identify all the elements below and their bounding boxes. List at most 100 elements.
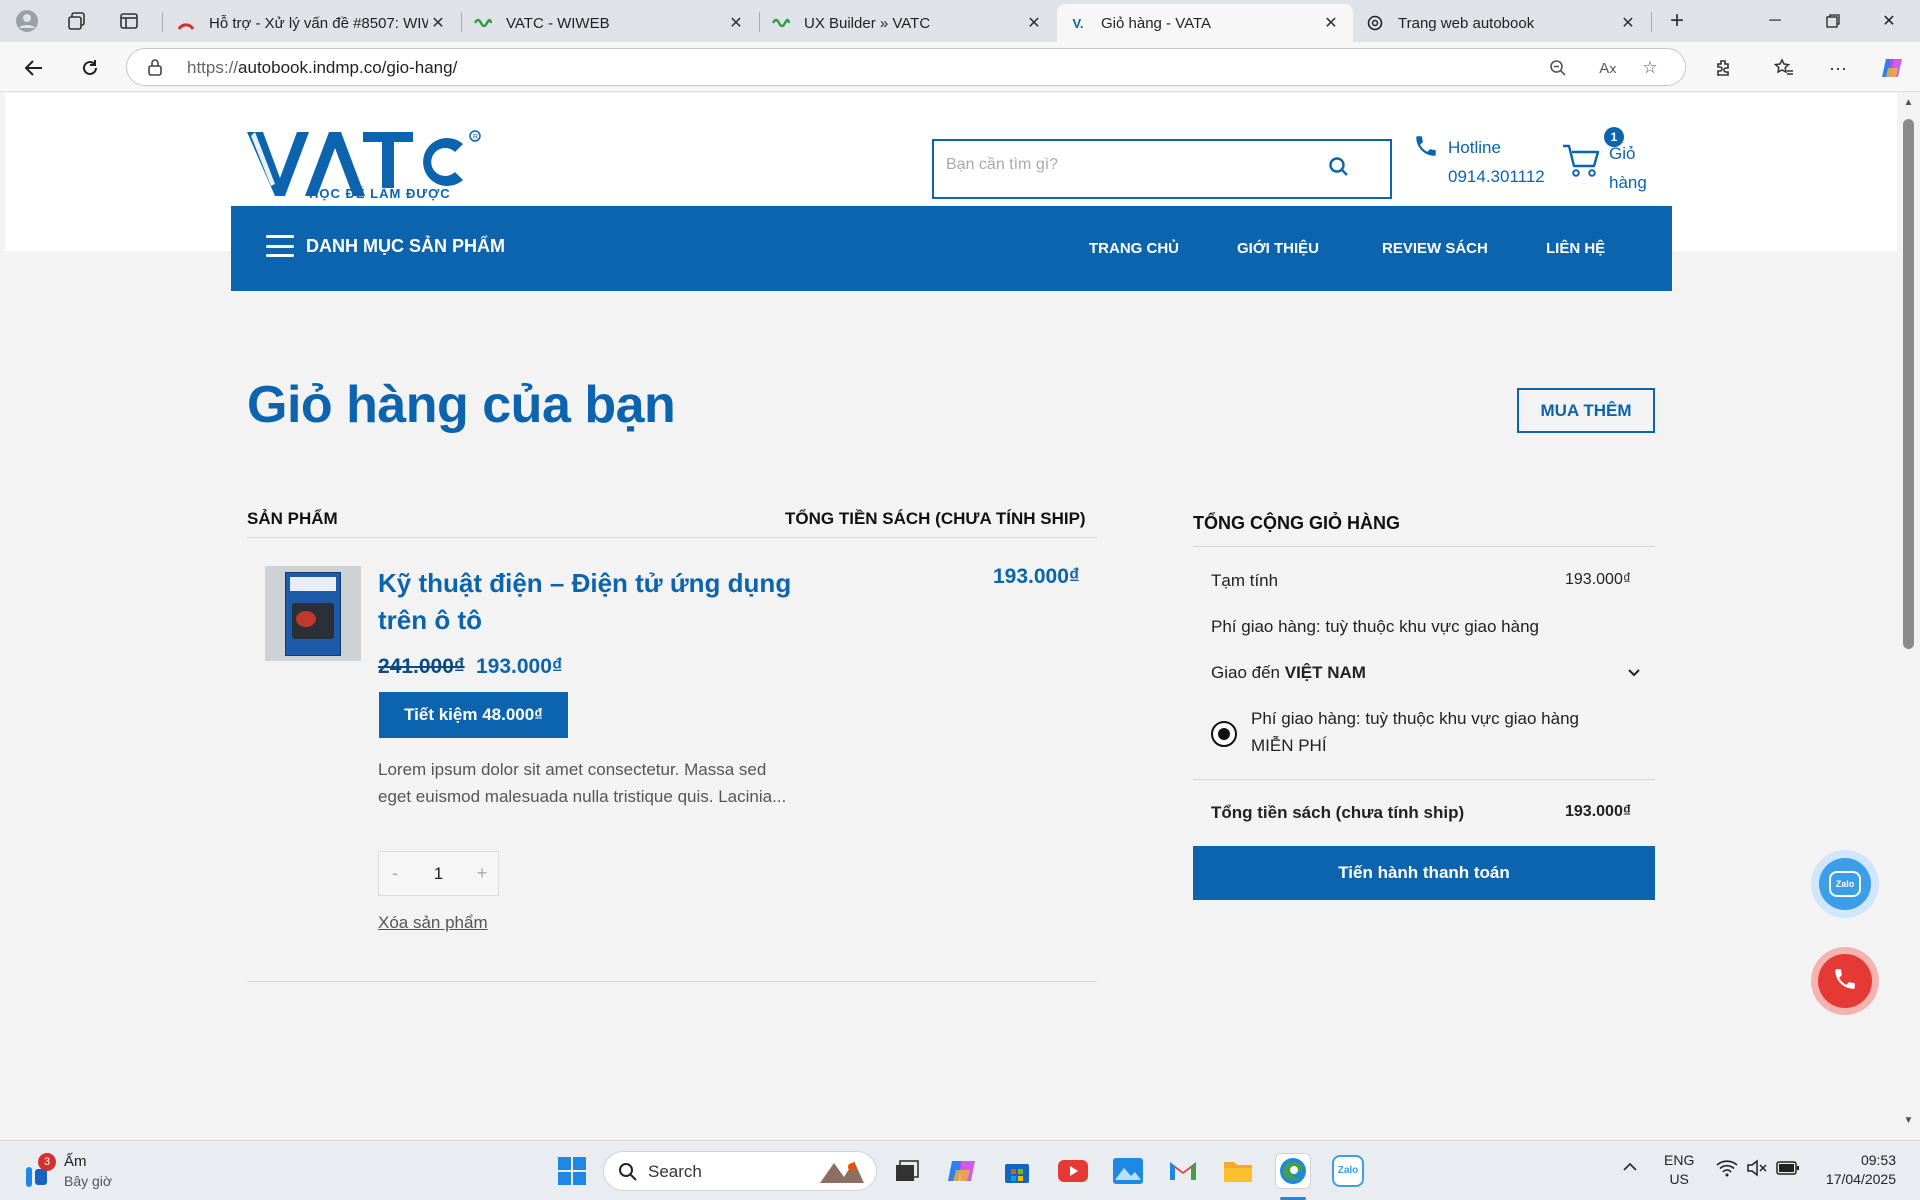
- remove-item-link[interactable]: Xóa sản phẩm: [378, 913, 488, 933]
- close-tab-icon[interactable]: ✕: [726, 13, 746, 33]
- vatc-logo[interactable]: R HỌC ĐỂ LÀM ĐƯỢC: [245, 128, 485, 205]
- favorite-star-icon[interactable]: ☆: [1637, 55, 1663, 81]
- openai-favicon-icon: [1366, 14, 1384, 32]
- subtotal-value: 193.000₫: [1565, 571, 1632, 588]
- product-name-link[interactable]: Kỹ thuật điện – Điện tử ứng dụng trên ô …: [378, 565, 798, 639]
- browser-tab-bar: Hỗ trợ - Xử lý vấn đề #8507: WIW ✕ VATC …: [0, 0, 1920, 42]
- chevron-up-icon[interactable]: [1622, 1159, 1638, 1180]
- zalo-app-icon[interactable]: Zalo: [1330, 1153, 1366, 1189]
- close-tab-icon[interactable]: ✕: [428, 13, 448, 33]
- youtube-icon[interactable]: [1055, 1153, 1091, 1189]
- search-icon[interactable]: [1328, 156, 1350, 183]
- phone-icon: [1832, 966, 1858, 997]
- battery-icon[interactable]: [1776, 1160, 1800, 1181]
- close-tab-icon[interactable]: ✕: [1024, 13, 1044, 33]
- weather-label: Ấm: [64, 1153, 87, 1170]
- quantity-minus-button[interactable]: -: [379, 863, 411, 884]
- close-window-icon[interactable]: ✕: [1866, 6, 1912, 36]
- volume-muted-icon[interactable]: [1746, 1159, 1768, 1182]
- logo-tagline: HỌC ĐỂ LÀM ĐƯỢC: [309, 186, 451, 201]
- scroll-thumb[interactable]: [1903, 119, 1914, 649]
- clock-time: 09:53: [1860, 1152, 1896, 1168]
- divider: [247, 537, 1097, 538]
- windows-taskbar: 3 Ấm Bây giờ Search Zalo ENG US 09:53 17…: [0, 1140, 1920, 1200]
- close-tab-icon[interactable]: ✕: [1321, 13, 1341, 33]
- taskbar-search-label: Search: [648, 1162, 702, 1181]
- tab-cart-active[interactable]: V. Giỏ hàng - VATA ✕: [1057, 4, 1353, 42]
- phone-icon: [1413, 133, 1439, 164]
- quantity-input[interactable]: 1: [411, 864, 466, 884]
- notification-badge: 3: [38, 1153, 56, 1171]
- svg-text:R: R: [473, 134, 478, 141]
- clock[interactable]: 09:53 17/04/2025: [1812, 1151, 1896, 1189]
- photos-icon[interactable]: [1110, 1153, 1146, 1189]
- category-label: DANH MỤC SẢN PHẨM: [306, 235, 505, 256]
- shipping-option-label: Phí giao hàng: tuỳ thuộc khu vực giao hà…: [1251, 709, 1579, 728]
- vertical-tabs-icon[interactable]: [115, 8, 143, 34]
- back-icon[interactable]: [18, 52, 50, 84]
- tab-support[interactable]: Hỗ trợ - Xử lý vấn đề #8507: WIW ✕: [165, 4, 460, 42]
- support-favicon-icon: [177, 14, 195, 32]
- close-tab-icon[interactable]: ✕: [1618, 13, 1638, 33]
- weather-widget[interactable]: 3 Ấm Bây giờ: [22, 1153, 142, 1193]
- zoom-icon[interactable]: [1545, 55, 1571, 81]
- task-view-icon[interactable]: [889, 1153, 925, 1189]
- reload-icon[interactable]: [74, 52, 106, 84]
- maximize-icon[interactable]: [1810, 6, 1856, 36]
- tab-title: VATC - WIWEB: [506, 14, 610, 32]
- zalo-chat-button[interactable]: Zalo: [1811, 850, 1879, 918]
- language-indicator[interactable]: ENG US: [1664, 1151, 1694, 1189]
- tab-vatc-wiweb[interactable]: VATC - WIWEB ✕: [462, 4, 758, 42]
- microsoft-store-icon[interactable]: [999, 1153, 1035, 1189]
- more-menu-icon[interactable]: ···: [1822, 52, 1854, 84]
- taskbar-search[interactable]: Search: [603, 1151, 877, 1191]
- call-button[interactable]: [1811, 947, 1879, 1015]
- page-scrollbar[interactable]: ▲ ▼: [1897, 93, 1920, 1133]
- product-category-menu[interactable]: DANH MỤC SẢN PHẨM: [266, 235, 505, 257]
- scroll-down-icon[interactable]: ▼: [1902, 1115, 1915, 1127]
- copilot-app-icon[interactable]: [944, 1153, 980, 1189]
- wifi-icon[interactable]: [1716, 1159, 1738, 1182]
- nav-book-review[interactable]: REVIEW SÁCH: [1382, 240, 1488, 257]
- ship-to-selector[interactable]: Giao đến VIỆT NAM: [1211, 663, 1641, 683]
- search-icon: [619, 1163, 637, 1181]
- workspaces-icon[interactable]: [63, 8, 91, 34]
- lock-icon[interactable]: [147, 58, 163, 81]
- search-box: [932, 139, 1392, 199]
- savings-badge: Tiết kiệm 48.000₫: [379, 692, 568, 738]
- windows-start-icon[interactable]: [554, 1153, 590, 1189]
- cart-label: Giỏ hàng: [1609, 144, 1647, 192]
- nav-about[interactable]: GIỚI THIỆU: [1237, 240, 1319, 257]
- scroll-up-icon[interactable]: ▲: [1902, 97, 1915, 109]
- gmail-icon[interactable]: [1165, 1153, 1201, 1189]
- extensions-icon[interactable]: [1708, 52, 1740, 84]
- line-total: 193.000₫: [993, 565, 1080, 588]
- tab-autobook[interactable]: Trang web autobook ✕: [1354, 4, 1650, 42]
- product-thumbnail[interactable]: [265, 566, 361, 661]
- address-bar: https://autobook.indmp.co/gio-hang/ Aⅹ ☆…: [0, 42, 1920, 92]
- buy-more-button[interactable]: MUA THÊM: [1517, 388, 1655, 433]
- copilot-icon[interactable]: [1876, 52, 1908, 84]
- nav-contact[interactable]: LIÊN HỆ: [1546, 240, 1605, 257]
- search-input[interactable]: [946, 156, 1306, 174]
- tab-ux-builder[interactable]: UX Builder » VATC ✕: [760, 4, 1056, 42]
- quantity-plus-button[interactable]: +: [466, 863, 498, 884]
- wiweb-favicon-icon: [772, 14, 790, 32]
- read-aloud-icon[interactable]: Aⅹ: [1595, 55, 1621, 81]
- new-tab-icon[interactable]: +: [1663, 7, 1691, 34]
- edge-browser-icon[interactable]: [1275, 1153, 1311, 1189]
- url-field[interactable]: https://autobook.indmp.co/gio-hang/ Aⅹ ☆: [126, 48, 1686, 86]
- cart-icon: [1561, 143, 1601, 184]
- minimize-icon[interactable]: ─: [1752, 6, 1798, 36]
- shipping-option-radio[interactable]: [1211, 721, 1237, 747]
- favorites-icon[interactable]: [1768, 52, 1800, 84]
- hotline-label: Hotline: [1448, 138, 1501, 157]
- profile-icon[interactable]: [13, 8, 41, 34]
- total-value: 193.000₫: [1565, 803, 1632, 820]
- file-explorer-icon[interactable]: [1220, 1153, 1256, 1189]
- hotline-number: 0914.301112: [1448, 167, 1545, 186]
- checkout-button[interactable]: Tiến hành thanh toán: [1193, 846, 1655, 900]
- ship-to-prefix: Giao đến: [1211, 663, 1280, 682]
- shipping-note: Phí giao hàng: tuỳ thuộc khu vực giao hà…: [1211, 617, 1539, 636]
- nav-home[interactable]: TRANG CHỦ: [1089, 240, 1179, 257]
